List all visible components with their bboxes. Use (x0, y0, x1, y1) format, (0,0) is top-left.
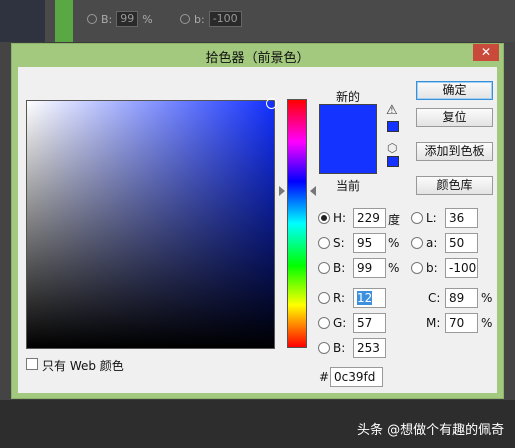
cyan-unit: % (481, 291, 493, 305)
lightness-label: L: (426, 211, 437, 225)
green-label: G: (333, 316, 347, 330)
dialog-title: 拾色器（前景色） (205, 51, 310, 66)
lightness-input[interactable]: 36 (445, 208, 478, 228)
blue-radio[interactable] (318, 342, 330, 354)
hue-slider[interactable] (287, 99, 307, 348)
green-radio[interactable] (318, 317, 330, 329)
background-b-label: B: (101, 12, 113, 26)
background-panel (0, 0, 45, 42)
a-channel-label: a: (426, 236, 438, 250)
brightness-radio[interactable] (318, 262, 330, 274)
saturation-unit: % (388, 236, 400, 250)
color-field[interactable] (26, 98, 277, 349)
dialog-titlebar[interactable]: 拾色器（前景色） ✕ (12, 44, 503, 66)
background-b-unit: % (142, 12, 153, 26)
green-input[interactable]: 57 (353, 313, 386, 333)
color-libraries-button[interactable]: 颜色库 (416, 176, 493, 195)
hue-unit: 度 (388, 213, 401, 227)
web-safe-color-swatch[interactable] (387, 156, 399, 167)
red-input[interactable]: 12 (353, 288, 386, 308)
ok-button[interactable]: 确定 (416, 81, 493, 100)
gamut-color-swatch[interactable] (387, 121, 399, 132)
a-channel-input[interactable]: 50 (445, 233, 478, 253)
red-radio[interactable] (318, 292, 330, 304)
color-picker-dialog: 拾色器（前景色） ✕ 新的 当前 ⚠ ⬡ 确定 复位 添加到色板 颜色库 H: … (11, 43, 504, 399)
background-b-input: 99 (116, 11, 139, 27)
web-safe-cube-icon[interactable]: ⬡ (387, 141, 397, 155)
out-of-gamut-warning-icon[interactable]: ⚠ (386, 103, 398, 118)
dialog-body: 新的 当前 ⚠ ⬡ 确定 复位 添加到色板 颜色库 H: 229 度 S: 95… (18, 67, 497, 393)
magenta-label: M: (426, 316, 441, 330)
new-color-label: 新的 (336, 90, 361, 104)
brightness-input[interactable]: 99 (353, 258, 386, 278)
red-input-value[interactable]: 12 (357, 291, 373, 305)
hue-input[interactable]: 229 (353, 208, 386, 228)
reset-button[interactable]: 复位 (416, 108, 493, 127)
b-channel-input[interactable]: -100 (445, 258, 478, 278)
brightness-unit: % (388, 261, 400, 275)
color-preview-swatch (319, 104, 377, 174)
background-b-row: B: 99 % (87, 11, 153, 27)
hex-label: # (319, 370, 330, 384)
background-toolbar (0, 0, 515, 42)
hue-label: H: (333, 211, 347, 225)
lightness-radio[interactable] (411, 212, 423, 224)
background-radio (87, 14, 97, 24)
background-radio (180, 14, 190, 24)
blue-label: B: (333, 341, 346, 355)
saturation-radio[interactable] (318, 237, 330, 249)
cyan-label: C: (428, 291, 441, 305)
hue-slider-right-arrow[interactable] (310, 186, 316, 196)
b-channel-label: b: (426, 261, 438, 275)
hue-slider-left-arrow[interactable] (279, 186, 285, 196)
saturation-label: S: (333, 236, 345, 250)
current-color-label: 当前 (336, 179, 361, 193)
add-to-swatches-button[interactable]: 添加到色板 (416, 142, 493, 161)
a-channel-radio[interactable] (411, 237, 423, 249)
close-button[interactable]: ✕ (473, 44, 499, 61)
web-colors-only-checkbox[interactable] (26, 358, 38, 370)
magenta-unit: % (481, 316, 493, 330)
magenta-input[interactable]: 70 (445, 313, 478, 333)
hex-input[interactable]: 0c39fd (330, 367, 383, 387)
background-green-strip (55, 0, 73, 42)
hue-radio[interactable] (318, 212, 330, 224)
brightness-label: B: (333, 261, 346, 275)
background-lab-b-label: b: (194, 12, 205, 26)
red-label: R: (333, 291, 346, 305)
background-lab-b-input: -100 (208, 11, 242, 27)
watermark-text: 头条 @想做个有趣的佩奇 (357, 423, 505, 438)
b-channel-radio[interactable] (411, 262, 423, 274)
saturation-input[interactable]: 95 (353, 233, 386, 253)
blue-input[interactable]: 253 (353, 338, 386, 358)
color-field-marker[interactable] (266, 98, 277, 109)
background-lab-b-row: b: -100 (180, 11, 242, 27)
cyan-input[interactable]: 89 (445, 288, 478, 308)
web-colors-only-label: 只有 Web 颜色 (42, 359, 124, 373)
background-right-edge (503, 42, 515, 400)
